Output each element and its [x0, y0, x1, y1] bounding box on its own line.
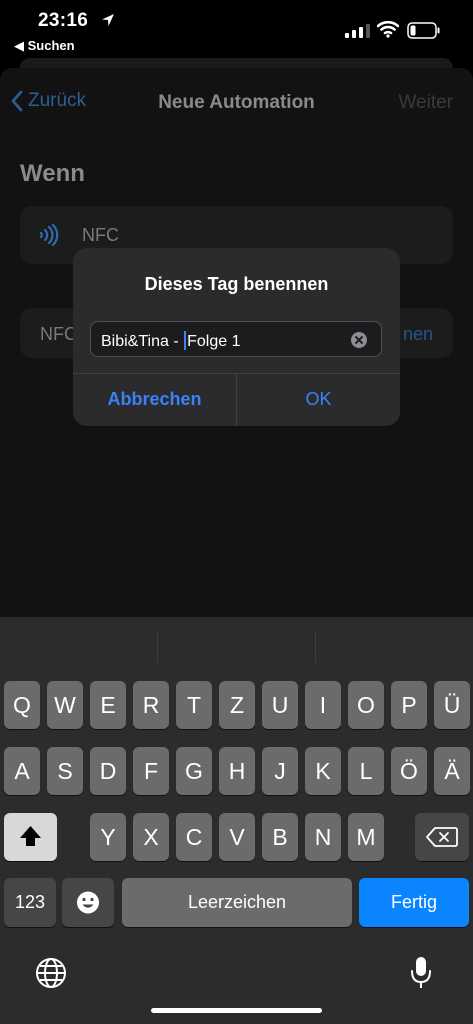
clear-text-icon[interactable]: [351, 332, 367, 348]
back-to-app-link[interactable]: ◀ Suchen: [14, 38, 75, 54]
backspace-key[interactable]: [415, 813, 469, 861]
key-j[interactable]: J: [262, 747, 298, 795]
key-ue[interactable]: Ü: [434, 681, 470, 729]
key-g[interactable]: G: [176, 747, 212, 795]
nfc-icon: [40, 224, 59, 246]
tag-name-value: Bibi&Tina - Folge 1: [101, 331, 241, 350]
key-r[interactable]: R: [133, 681, 169, 729]
nfc-tag-label: NFC: [40, 324, 77, 344]
key-i[interactable]: I: [305, 681, 341, 729]
key-l[interactable]: L: [348, 747, 384, 795]
key-h[interactable]: H: [219, 747, 255, 795]
key-u[interactable]: U: [262, 681, 298, 729]
key-y[interactable]: Y: [90, 813, 126, 861]
location-arrow-icon: [102, 14, 114, 26]
shift-arrow-icon: [20, 826, 41, 846]
rename-tag-dialog: Dieses Tag benennen Bibi&Tina - Folge 1 …: [73, 248, 400, 426]
key-e[interactable]: E: [90, 681, 126, 729]
key-f[interactable]: F: [133, 747, 169, 795]
key-z[interactable]: Z: [219, 681, 255, 729]
globe-icon[interactable]: [35, 957, 67, 989]
key-q[interactable]: Q: [4, 681, 40, 729]
cellular-signal-icon: [345, 24, 370, 38]
key-w[interactable]: W: [47, 681, 83, 729]
key-x[interactable]: X: [133, 813, 169, 861]
tag-name-input[interactable]: Bibi&Tina - Folge 1: [90, 321, 382, 357]
nfc-tag-action[interactable]: nen: [403, 324, 433, 345]
suggestion-divider: [157, 631, 158, 663]
key-m[interactable]: M: [348, 813, 384, 861]
key-v[interactable]: V: [219, 813, 255, 861]
home-indicator[interactable]: [151, 1008, 322, 1013]
key-d[interactable]: D: [90, 747, 126, 795]
numbers-key[interactable]: 123: [4, 878, 56, 927]
keyboard: Q W E R T Z U I O P Ü A S D F G H J K L …: [0, 617, 473, 1024]
key-k[interactable]: K: [305, 747, 341, 795]
backspace-icon: [426, 827, 458, 847]
return-key[interactable]: Fertig: [359, 878, 469, 927]
nfc-card-label: NFC: [82, 225, 119, 245]
section-title: Wenn: [20, 160, 85, 187]
key-s[interactable]: S: [47, 747, 83, 795]
shift-key[interactable]: [4, 813, 57, 861]
key-ae[interactable]: Ä: [434, 747, 470, 795]
status-time: 23:16: [38, 10, 89, 31]
space-key[interactable]: Leerzeichen: [122, 878, 352, 927]
key-t[interactable]: T: [176, 681, 212, 729]
emoji-key[interactable]: [62, 878, 114, 927]
microphone-icon[interactable]: [409, 955, 433, 991]
key-o[interactable]: O: [348, 681, 384, 729]
suggestion-divider: [315, 631, 316, 663]
text-cursor: [184, 331, 187, 350]
wifi-icon: [377, 20, 399, 38]
emoji-icon: [77, 891, 99, 914]
key-b[interactable]: B: [262, 813, 298, 861]
key-p[interactable]: P: [391, 681, 427, 729]
ok-button[interactable]: OK: [237, 373, 400, 426]
key-n[interactable]: N: [305, 813, 341, 861]
key-a[interactable]: A: [4, 747, 40, 795]
battery-icon: [407, 22, 440, 39]
dialog-title: Dieses Tag benennen: [144, 274, 329, 294]
key-c[interactable]: C: [176, 813, 212, 861]
next-button[interactable]: Weiter: [398, 92, 453, 114]
key-oe[interactable]: Ö: [391, 747, 427, 795]
cancel-button[interactable]: Abbrechen: [73, 373, 236, 426]
